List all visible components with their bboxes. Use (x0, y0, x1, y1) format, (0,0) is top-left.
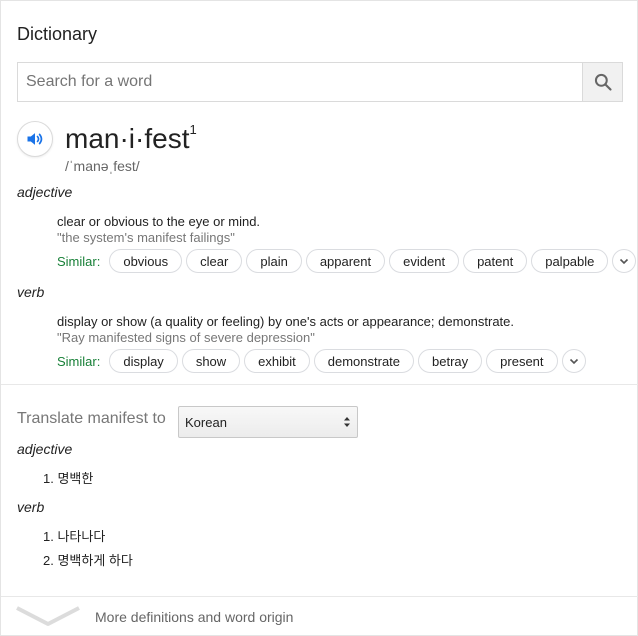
language-select-value: Korean (185, 414, 227, 430)
headword-superscript: 1 (189, 121, 197, 137)
similar-chip[interactable]: present (486, 349, 558, 373)
headword-text: man·i·fest (65, 123, 190, 154)
translation-item: 1. 나타나다 (43, 529, 106, 544)
similar-label: Similar: (57, 353, 101, 369)
similar-chip[interactable]: apparent (305, 249, 386, 273)
translate-label: Translate manifest to (17, 410, 166, 427)
translation-item: 1. 명백한 (43, 471, 94, 486)
language-select[interactable]: Korean (178, 406, 358, 438)
similar-chip[interactable]: show (181, 349, 241, 373)
chevron-down-icon (16, 606, 80, 626)
similar-chip[interactable]: display (109, 349, 178, 373)
expand-similar-button[interactable] (561, 349, 586, 373)
part-of-speech-adjective: adjective (17, 184, 73, 200)
example-sentence: "the system's manifest failings" (57, 230, 235, 245)
example-sentence: "Ray manifested signs of severe depressi… (57, 330, 315, 345)
dictionary-card: Dictionary man·i·fest1 /ˈmanəˌfest/ adje… (0, 0, 638, 636)
translation-item: 2. 명백하게 하다 (43, 553, 133, 568)
more-definitions-label: More definitions and word origin (95, 609, 294, 625)
similar-words-row: Similar: obvious clear plain apparent ev… (57, 249, 637, 273)
expand-similar-button[interactable] (612, 249, 637, 273)
definition: display or show (a quality or feeling) b… (57, 314, 515, 329)
more-definitions-link[interactable]: More definitions and word origin (1, 597, 638, 636)
search-button[interactable] (582, 63, 622, 101)
pronunciation-button[interactable] (17, 121, 53, 157)
chevron-down-icon (620, 258, 629, 265)
headword: man·i·fest1 (65, 121, 197, 155)
similar-chip[interactable]: evident (389, 249, 460, 273)
select-arrows-icon (344, 417, 350, 427)
translation-pos-verb: verb (17, 499, 45, 515)
similar-label: Similar: (57, 253, 101, 269)
card-title: Dictionary (17, 24, 98, 44)
similar-chip[interactable]: betray (418, 349, 483, 373)
similar-chip[interactable]: palpable (531, 249, 609, 273)
part-of-speech-verb: verb (17, 284, 45, 300)
similar-words-row: Similar: display show exhibit demonstrat… (57, 349, 586, 373)
search-icon (594, 73, 612, 91)
similar-chip[interactable]: patent (463, 249, 528, 273)
similar-chip[interactable]: plain (246, 249, 302, 273)
search-box (17, 62, 623, 102)
similar-chip[interactable]: obvious (109, 249, 183, 273)
definition: clear or obvious to the eye or mind. (57, 214, 261, 229)
translation-pos-adjective: adjective (17, 441, 73, 457)
speaker-icon (27, 133, 43, 145)
similar-chip[interactable]: demonstrate (313, 349, 415, 373)
section-divider (1, 384, 638, 385)
similar-chip[interactable]: exhibit (244, 349, 310, 373)
search-input[interactable] (18, 63, 583, 101)
chevron-down-icon (569, 358, 578, 365)
phonetic-spelling: /ˈmanəˌfest/ (65, 158, 140, 174)
similar-chip[interactable]: clear (186, 249, 243, 273)
